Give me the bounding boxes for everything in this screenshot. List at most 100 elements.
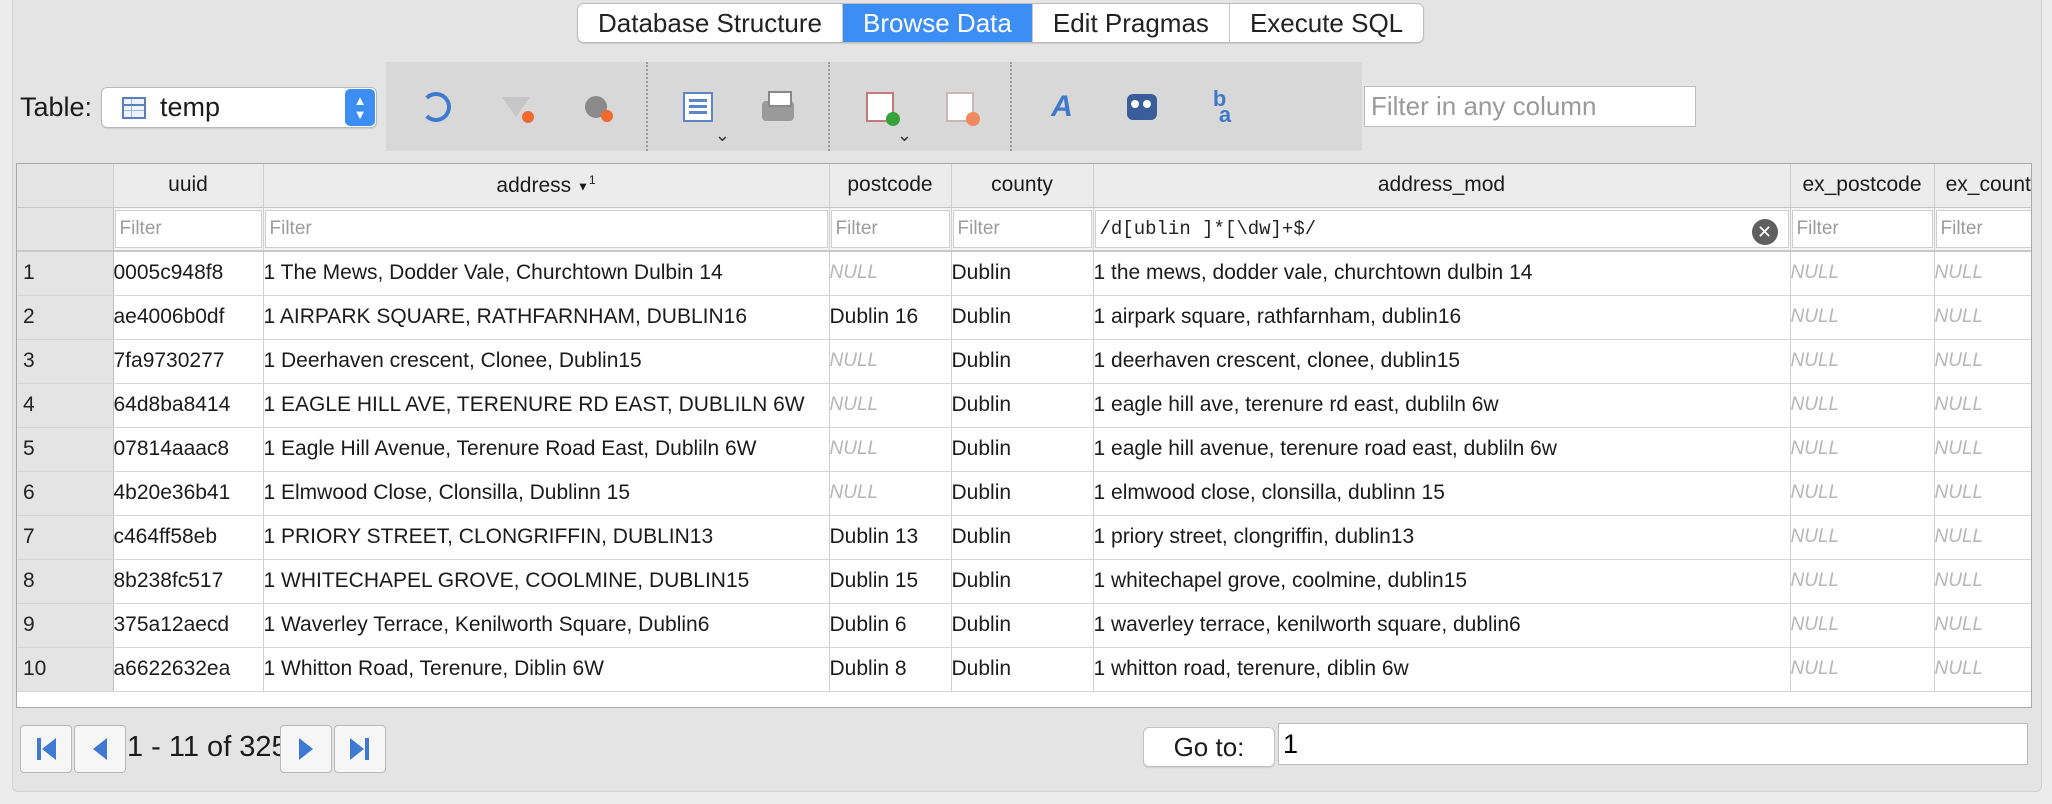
cell-address[interactable]: 1 Deerhaven crescent, Clonee, Dublin15: [263, 339, 830, 384]
column-header-address-mod[interactable]: address_mod: [1093, 164, 1791, 208]
table-row[interactable]: 7 c464ff58eb 1 PRIORY STREET, CLONGRIFFIN,…: [17, 515, 2031, 560]
cell-ex-county[interactable]: NULL: [1934, 471, 2031, 516]
cell-uuid[interactable]: a6622632ea: [113, 647, 264, 692]
cell-ex-county[interactable]: NULL: [1934, 603, 2031, 648]
cell-county[interactable]: Dublin: [951, 339, 1094, 384]
cell-county[interactable]: Dublin: [951, 383, 1094, 428]
font-button[interactable]: A: [1022, 72, 1102, 142]
row-number[interactable]: 7: [17, 515, 114, 560]
cell-county[interactable]: Dublin: [951, 647, 1094, 692]
cell-ex-postcode[interactable]: NULL: [1790, 471, 1935, 516]
row-number[interactable]: 10: [17, 647, 114, 692]
table-row[interactable]: 3 7fa9730277 1 Deerhaven crescent, Clonee,…: [17, 339, 2031, 384]
clear-sort-button[interactable]: [556, 72, 636, 142]
column-header-county[interactable]: county: [951, 164, 1094, 208]
row-number[interactable]: 8: [17, 559, 114, 604]
cell-address-mod[interactable]: 1 eagle hill avenue, terenure road east,…: [1093, 427, 1791, 472]
row-number[interactable]: 1: [17, 251, 114, 296]
cell-ex-county[interactable]: NULL: [1934, 647, 2031, 692]
cell-ex-county[interactable]: NULL: [1934, 383, 2031, 428]
cell-county[interactable]: Dublin: [951, 559, 1094, 604]
cell-uuid[interactable]: 07814aaac8: [113, 427, 264, 472]
first-page-button[interactable]: [20, 725, 72, 773]
cell-address[interactable]: 1 WHITECHAPEL GROVE, COOLMINE, DUBLIN15: [263, 559, 830, 604]
find-button[interactable]: [1102, 72, 1182, 142]
cell-county[interactable]: Dublin: [951, 251, 1094, 296]
print-button[interactable]: [738, 72, 818, 142]
cell-uuid[interactable]: 7fa9730277: [113, 339, 264, 384]
filter-input-ex-county[interactable]: [1935, 209, 2031, 248]
cell-postcode[interactable]: NULL: [829, 339, 952, 384]
tab-execute-sql[interactable]: Execute SQL: [1230, 4, 1423, 42]
cell-postcode[interactable]: NULL: [829, 383, 952, 428]
table-row[interactable]: 9 375a12aecd 1 Waverley Terrace, Kenilwort…: [17, 603, 2031, 648]
tab-database-structure[interactable]: Database Structure: [578, 4, 844, 42]
column-header-postcode[interactable]: postcode: [829, 164, 952, 208]
cell-ex-postcode[interactable]: NULL: [1790, 603, 1935, 648]
cell-address-mod[interactable]: 1 deerhaven crescent, clonee, dublin15: [1093, 339, 1791, 384]
cell-address[interactable]: 1 EAGLE HILL AVE, TERENURE RD EAST, DUBL…: [263, 383, 830, 428]
cell-postcode[interactable]: Dublin 16: [829, 295, 952, 340]
find-replace-button[interactable]: b a: [1182, 72, 1262, 142]
cell-uuid[interactable]: 375a12aecd: [113, 603, 264, 648]
save-results-button[interactable]: ⌄: [658, 72, 738, 145]
cell-address[interactable]: 1 Elmwood Close, Clonsilla, Dublinn 15: [263, 471, 830, 516]
cell-uuid[interactable]: 8b238fc517: [113, 559, 264, 604]
table-row[interactable]: 10 a6622632ea 1 Whitton Road, Terenure, Di…: [17, 647, 2031, 692]
cell-uuid[interactable]: 4b20e36b41: [113, 471, 264, 516]
table-row[interactable]: 6 4b20e36b41 1 Elmwood Close, Clonsilla, D…: [17, 471, 2031, 516]
filter-input-county[interactable]: [952, 209, 1092, 248]
filter-input-uuid[interactable]: [114, 209, 262, 248]
insert-record-button[interactable]: ⌄: [840, 72, 920, 145]
cell-address-mod[interactable]: 1 eagle hill ave, terenure rd east, dubl…: [1093, 383, 1791, 428]
column-header-address[interactable]: address ▼1: [263, 164, 830, 208]
cell-ex-postcode[interactable]: NULL: [1790, 251, 1935, 296]
cell-uuid[interactable]: c464ff58eb: [113, 515, 264, 560]
clear-filters-button[interactable]: [476, 72, 556, 142]
cell-county[interactable]: Dublin: [951, 515, 1094, 560]
filter-input-postcode[interactable]: [830, 209, 950, 248]
clear-filter-icon[interactable]: ✕: [1751, 218, 1778, 245]
cell-address[interactable]: 1 The Mews, Dodder Vale, Churchtown Dulb…: [263, 251, 830, 296]
delete-record-button[interactable]: [920, 72, 1000, 142]
next-page-button[interactable]: [280, 725, 332, 773]
cell-address-mod[interactable]: 1 airpark square, rathfarnham, dublin16: [1093, 295, 1791, 340]
column-header-ex-postcode[interactable]: ex_postcode: [1790, 164, 1935, 208]
last-page-button[interactable]: [334, 725, 386, 773]
cell-address-mod[interactable]: 1 elmwood close, clonsilla, dublinn 15: [1093, 471, 1791, 516]
cell-ex-postcode[interactable]: NULL: [1790, 559, 1935, 604]
cell-county[interactable]: Dublin: [951, 603, 1094, 648]
cell-ex-postcode[interactable]: NULL: [1790, 515, 1935, 560]
cell-address[interactable]: 1 Eagle Hill Avenue, Terenure Road East,…: [263, 427, 830, 472]
row-number[interactable]: 4: [17, 383, 114, 428]
row-number[interactable]: 3: [17, 339, 114, 384]
cell-address[interactable]: 1 Waverley Terrace, Kenilworth Square, D…: [263, 603, 830, 648]
row-number[interactable]: 6: [17, 471, 114, 516]
cell-ex-county[interactable]: NULL: [1934, 559, 2031, 604]
table-row[interactable]: 4 64d8ba8414 1 EAGLE HILL AVE, TERENURE RD…: [17, 383, 2031, 428]
cell-postcode[interactable]: Dublin 15: [829, 559, 952, 604]
cell-postcode[interactable]: Dublin 6: [829, 603, 952, 648]
filter-input-address[interactable]: [264, 209, 828, 248]
column-header-ex-county[interactable]: ex_county: [1934, 164, 2031, 208]
cell-ex-county[interactable]: NULL: [1934, 515, 2031, 560]
cell-address-mod[interactable]: 1 whitton road, terenure, diblin 6w: [1093, 647, 1791, 692]
cell-address[interactable]: 1 AIRPARK SQUARE, RATHFARNHAM, DUBLIN16: [263, 295, 830, 340]
table-row[interactable]: 8 8b238fc517 1 WHITECHAPEL GROVE, COOLMINE…: [17, 559, 2031, 604]
cell-address[interactable]: 1 PRIORY STREET, CLONGRIFFIN, DUBLIN13: [263, 515, 830, 560]
row-number[interactable]: 5: [17, 427, 114, 472]
table-row[interactable]: 1 0005c948f8 1 The Mews, Dodder Vale, Chur…: [17, 251, 2031, 296]
cell-ex-postcode[interactable]: NULL: [1790, 383, 1935, 428]
cell-ex-county[interactable]: NULL: [1934, 251, 2031, 296]
cell-county[interactable]: Dublin: [951, 295, 1094, 340]
goto-input[interactable]: [1278, 723, 2028, 765]
column-header-uuid[interactable]: uuid: [113, 164, 264, 208]
cell-address-mod[interactable]: 1 whitechapel grove, coolmine, dublin15: [1093, 559, 1791, 604]
previous-page-button[interactable]: [74, 725, 126, 773]
cell-postcode[interactable]: NULL: [829, 427, 952, 472]
cell-uuid[interactable]: 0005c948f8: [113, 251, 264, 296]
table-select[interactable]: temp ▲ ▼: [101, 87, 377, 128]
cell-county[interactable]: Dublin: [951, 427, 1094, 472]
cell-ex-postcode[interactable]: NULL: [1790, 295, 1935, 340]
cell-ex-postcode[interactable]: NULL: [1790, 427, 1935, 472]
